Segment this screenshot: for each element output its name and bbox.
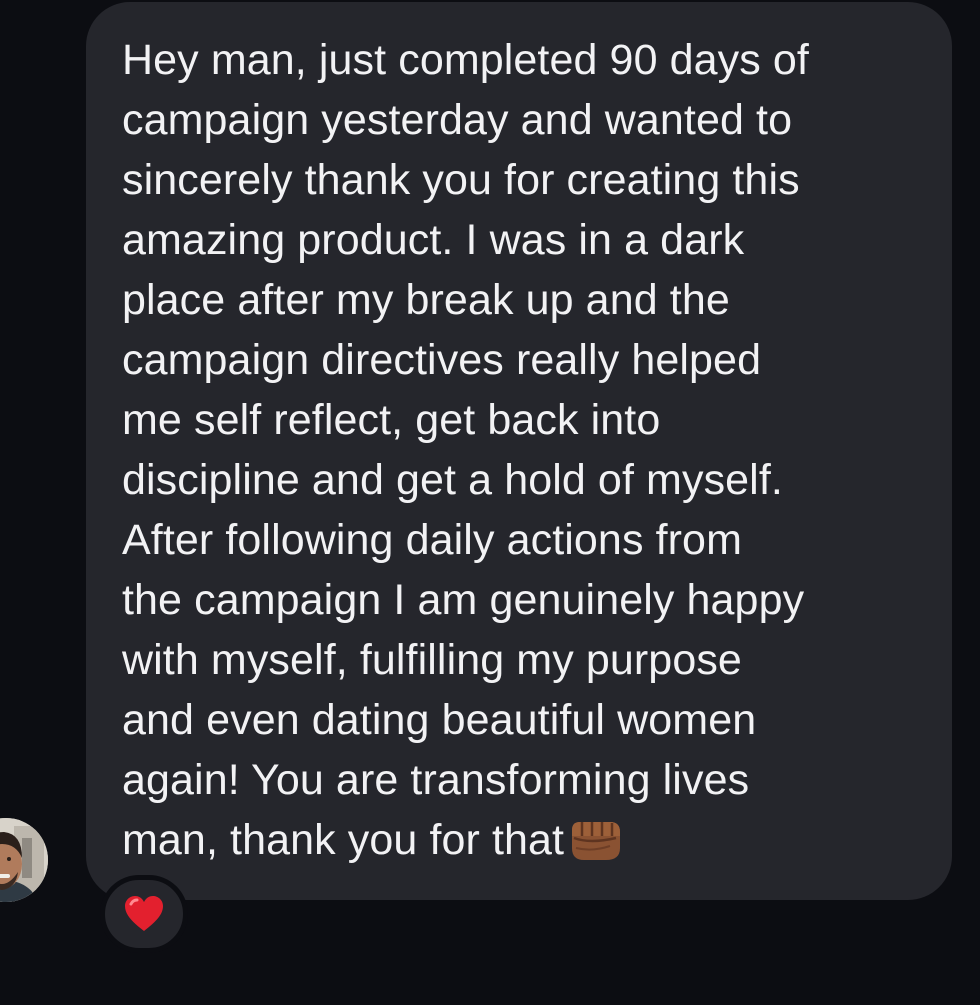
message-line: with myself, fulfilling my purpose bbox=[122, 636, 742, 684]
red-heart-icon bbox=[125, 896, 163, 931]
message-bubble[interactable]: Hey man, just completed 90 days of campa… bbox=[86, 2, 952, 900]
message-line: place after my break up and the bbox=[122, 276, 730, 324]
message-line: Hey man, just completed 90 days of bbox=[122, 36, 809, 84]
message-line: again! You are transforming lives bbox=[122, 756, 750, 804]
message-line: After following daily actions from bbox=[122, 516, 742, 564]
message-line: sincerely thank you for creating this bbox=[122, 156, 800, 204]
message-line: me self reflect, get back into bbox=[122, 396, 661, 444]
message-line: campaign directives really helped bbox=[122, 336, 762, 384]
avatar-photo-icon bbox=[0, 818, 48, 902]
message-line: campaign yesterday and wanted to bbox=[122, 96, 793, 144]
heart-reaction[interactable] bbox=[100, 875, 188, 953]
chat-screen: Hey man, just completed 90 days of campa… bbox=[0, 0, 980, 1005]
message-line: and even dating beautiful women bbox=[122, 696, 757, 744]
message-line: discipline and get a hold of myself. bbox=[122, 456, 783, 504]
message-line: the campaign I am genuinely happy bbox=[122, 576, 805, 624]
message-last-line: man, thank you for that bbox=[122, 810, 932, 870]
message-line-text: man, thank you for that bbox=[122, 816, 565, 864]
sender-avatar[interactable] bbox=[0, 818, 48, 902]
message-line: amazing product. I was in a dark bbox=[122, 216, 745, 264]
oncoming-fist-icon bbox=[566, 816, 624, 864]
